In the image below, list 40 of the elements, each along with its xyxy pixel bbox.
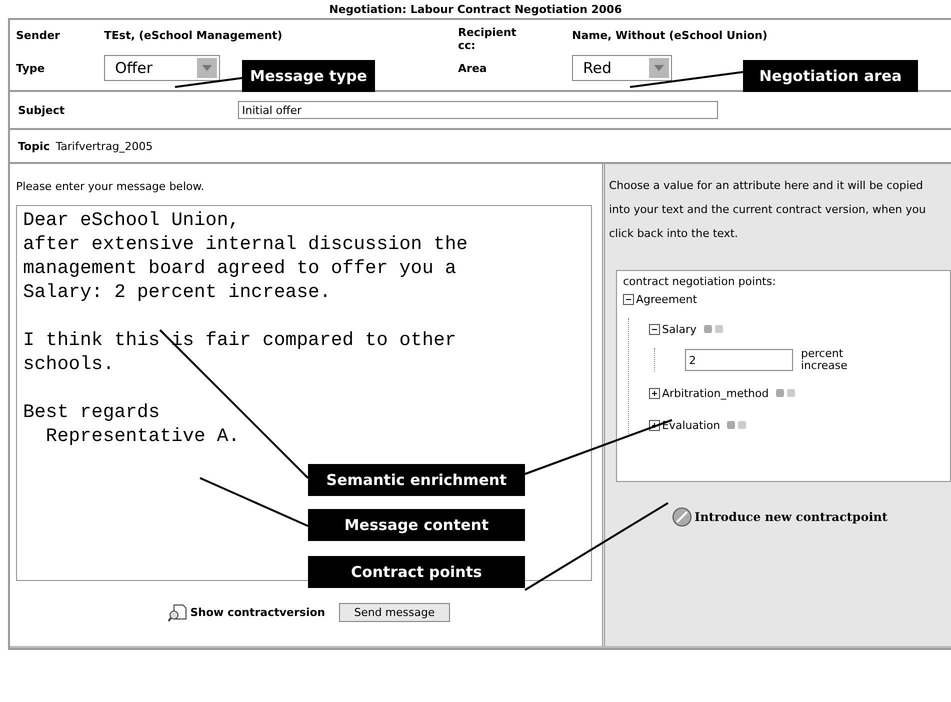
value-input[interactable]: 2: [685, 349, 793, 371]
status-dots-icon: [776, 389, 795, 397]
message-prompt: Please enter your message below.: [16, 180, 206, 193]
status-dots-icon: [727, 421, 746, 429]
area-select[interactable]: Red: [572, 55, 672, 81]
callout-label: Contract points: [308, 556, 525, 588]
recipient-value: Name, Without (eSchool Union): [572, 28, 768, 42]
help-text: Choose a value for an attribute here and it will be copied into your text and the current contract version, when you click back into the text.: [609, 178, 927, 242]
leader-line: [174, 77, 242, 88]
field-label: Area: [458, 62, 488, 74]
page-title: Negotiation: Labour Contract Negotiation 2006: [328, 2, 623, 18]
tree-node[interactable]: Evaluation: [662, 418, 720, 432]
tree-node[interactable]: Salary: [662, 322, 697, 336]
document-search-icon: [168, 604, 188, 622]
collapse-icon[interactable]: [623, 294, 634, 304]
tree-title: contract negotiation points:: [623, 275, 776, 288]
sender-value: TEst, (eSchool Management): [104, 28, 284, 42]
callout-label: Message content: [308, 509, 525, 541]
show-contractversion-link[interactable]: Show contractversion: [168, 604, 326, 622]
send-message-button[interactable]: Send message: [339, 603, 450, 622]
pencil-circle-icon: [672, 507, 692, 527]
collapse-icon[interactable]: [649, 324, 660, 334]
unit-label: percent increase: [801, 348, 848, 372]
tree-node[interactable]: Arbitration_method: [662, 386, 769, 400]
field-label: Topic: [18, 140, 50, 152]
subject-field[interactable]: Initial offer: [238, 101, 718, 119]
field-label: Recipient: [458, 26, 518, 39]
status-dots-icon: [704, 325, 723, 333]
field-label: Sender: [16, 28, 61, 42]
field-label: Subject: [18, 104, 66, 116]
callout-label: Negotiation area: [743, 60, 918, 92]
field-label: cc:: [458, 39, 476, 52]
new-contractpoint-link[interactable]: Introduce new contractpoint: [609, 506, 951, 528]
expand-icon[interactable]: [649, 388, 660, 398]
field-label: Type: [16, 62, 46, 74]
topic-value: Tarifvertrag_2005: [56, 140, 153, 152]
callout-label: Message type: [242, 60, 375, 92]
tree-node[interactable]: Agreement: [636, 292, 698, 306]
callout-label: Semantic enrichment: [308, 464, 525, 496]
type-select[interactable]: Offer: [104, 55, 220, 81]
